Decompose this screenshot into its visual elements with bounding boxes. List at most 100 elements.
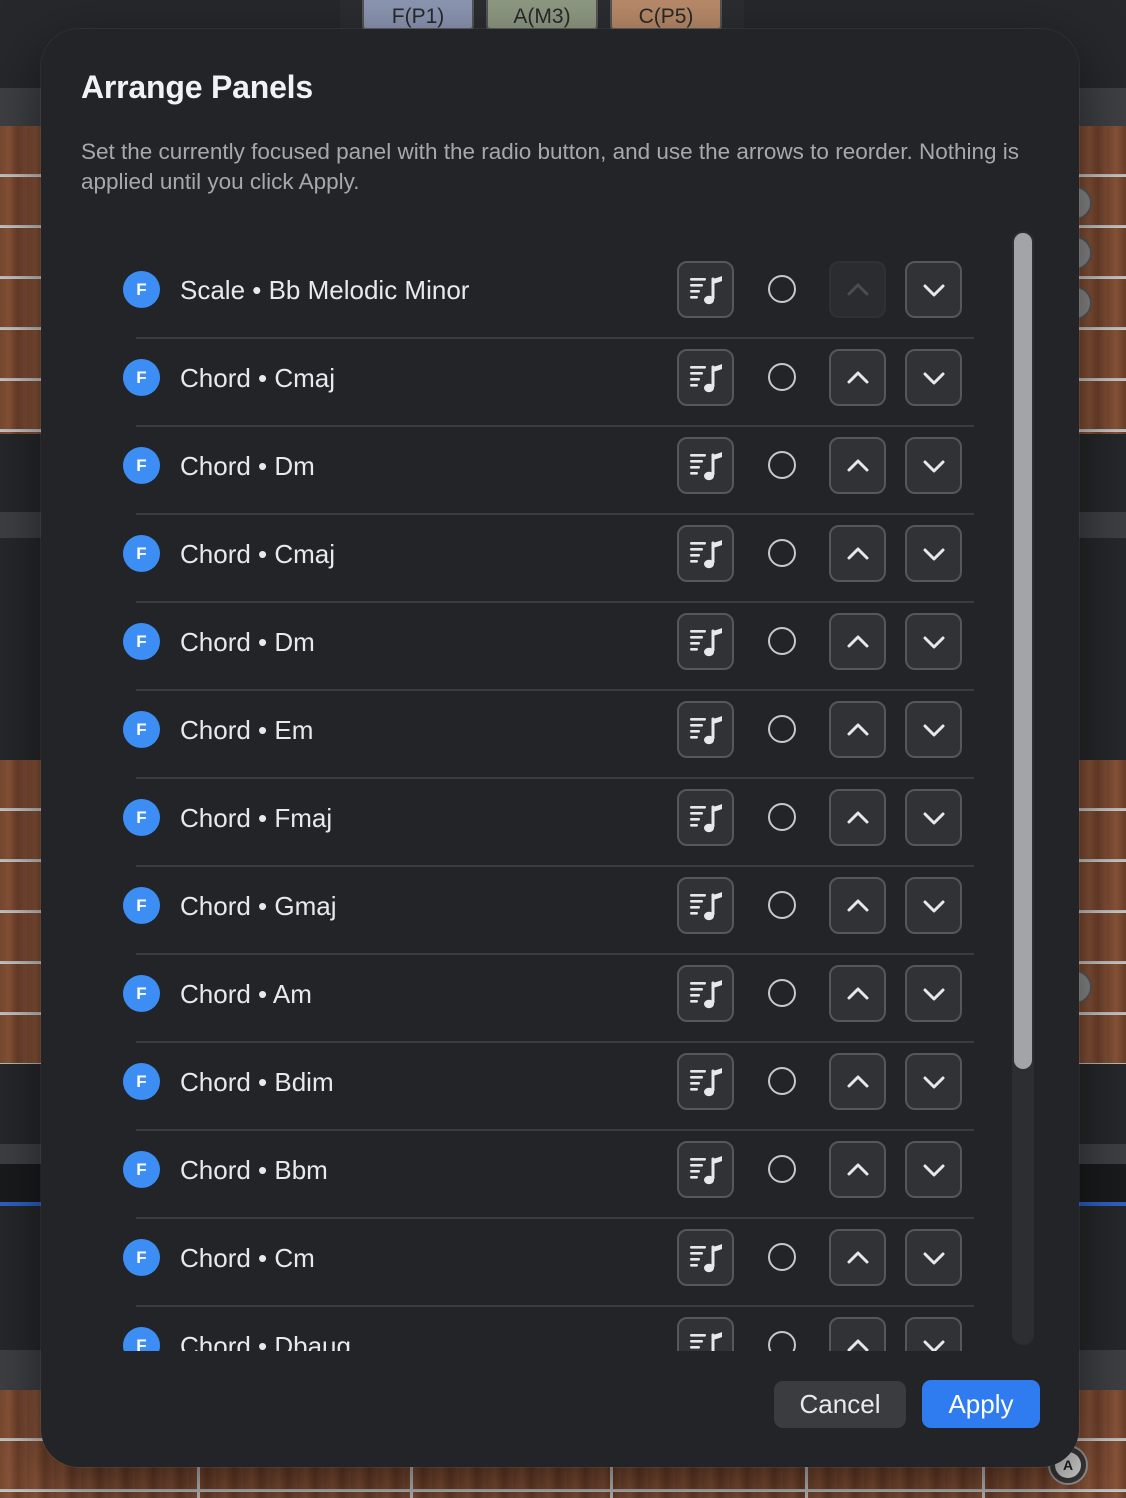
chevron-up-icon [847,1075,868,1087]
chevron-down-icon [923,284,944,296]
notes-button[interactable] [677,349,734,406]
focus-radio[interactable] [768,979,796,1007]
panel-type-badge: F [123,799,160,836]
bg-note-tab[interactable]: A(M3) [486,0,598,30]
notes-button[interactable] [677,1141,734,1198]
notes-button[interactable] [677,1317,734,1351]
music-list-icon [689,363,722,392]
move-down-button[interactable] [905,965,962,1022]
panel-label: Scale • Bb Melodic Minor [180,275,470,305]
notes-button[interactable] [677,613,734,670]
music-list-icon [689,891,722,920]
focus-radio[interactable] [768,539,796,567]
panel-type-badge: F [123,711,160,748]
bg-note-tab[interactable]: C(P5) [610,0,722,30]
move-up-button[interactable] [829,877,886,934]
panel-type-badge: F [123,447,160,484]
notes-button[interactable] [677,261,734,318]
notes-button[interactable] [677,1229,734,1286]
panel-label: Chord • Bdim [180,1067,334,1097]
music-list-icon [689,715,722,744]
panel-label: Chord • Dm [180,451,315,481]
focus-radio[interactable] [768,1331,796,1351]
apply-button[interactable]: Apply [922,1380,1040,1428]
scrollbar-thumb[interactable] [1014,233,1032,1069]
panel-list-viewport[interactable]: F Scale • Bb Melodic Minor F Chord • Cma… [41,251,1079,1351]
panel-row: F Chord • Cm [41,1219,1079,1307]
panel-label: Chord • Fmaj [180,803,333,833]
focus-radio[interactable] [768,803,796,831]
move-down-button[interactable] [905,437,962,494]
chevron-down-icon [923,1252,944,1264]
move-up-button[interactable] [829,349,886,406]
panel-row: F Chord • Gmaj [41,867,1079,955]
panel-label: Chord • Dbaug [180,1331,351,1351]
notes-button[interactable] [677,789,734,846]
move-up-button[interactable] [829,1141,886,1198]
move-up-button[interactable] [829,1053,886,1110]
chevron-up-icon [847,371,868,383]
panel-row: F Chord • Bbm [41,1131,1079,1219]
move-up-button[interactable] [829,613,886,670]
notes-button[interactable] [677,1053,734,1110]
notes-button[interactable] [677,437,734,494]
notes-button[interactable] [677,701,734,758]
move-up-button[interactable] [829,789,886,846]
focus-radio[interactable] [768,1155,796,1183]
panel-label: Chord • Gmaj [180,891,337,921]
scrollbar-track[interactable] [1012,231,1034,1345]
focus-radio[interactable] [768,627,796,655]
notes-button[interactable] [677,965,734,1022]
move-down-button[interactable] [905,349,962,406]
notes-button[interactable] [677,877,734,934]
panel-row: F Chord • Dbaug [41,1307,1079,1351]
panel-label: Chord • Bbm [180,1155,328,1185]
move-up-button[interactable] [829,701,886,758]
chevron-down-icon [923,636,944,648]
move-up-button[interactable] [829,437,886,494]
move-up-button[interactable] [829,525,886,582]
move-down-button[interactable] [905,789,962,846]
notes-button[interactable] [677,525,734,582]
chevron-up-icon [847,1251,868,1263]
music-list-icon [689,627,722,656]
chevron-down-icon [923,1164,944,1176]
panel-type-badge: F [123,975,160,1012]
bg-fret [197,1466,200,1498]
bg-note-tab[interactable]: F(P1) [362,0,474,30]
move-down-button[interactable] [905,1053,962,1110]
focus-radio[interactable] [768,275,796,303]
move-down-button[interactable] [905,1141,962,1198]
focus-radio[interactable] [768,1243,796,1271]
panel-type-badge: F [123,359,160,396]
panel-row: F Chord • Cmaj [41,339,1079,427]
panel-type-badge: F [123,1151,160,1188]
bg-fret [610,1466,613,1498]
panel-row: F Scale • Bb Melodic Minor [41,251,1079,339]
focus-radio[interactable] [768,1067,796,1095]
move-up-button[interactable] [829,965,886,1022]
move-up-button[interactable] [829,1229,886,1286]
move-down-button[interactable] [905,1229,962,1286]
focus-radio[interactable] [768,363,796,391]
focus-radio[interactable] [768,451,796,479]
chevron-down-icon [923,988,944,1000]
music-list-icon [689,1243,722,1272]
panel-type-badge: F [123,623,160,660]
chevron-down-icon [923,900,944,912]
move-down-button[interactable] [905,877,962,934]
move-down-button[interactable] [905,701,962,758]
move-down-button[interactable] [905,261,962,318]
move-down-button[interactable] [905,613,962,670]
focus-radio[interactable] [768,891,796,919]
focus-radio[interactable] [768,715,796,743]
arrange-panels-dialog: Arrange Panels Set the currently focused… [41,29,1079,1467]
panel-type-badge: F [123,535,160,572]
panel-type-badge: F [123,1239,160,1276]
move-up-button[interactable] [829,1317,886,1351]
bg-fret [410,1466,413,1498]
cancel-button[interactable]: Cancel [774,1381,906,1428]
move-down-button[interactable] [905,1317,962,1351]
move-down-button[interactable] [905,525,962,582]
panel-label: Chord • Dm [180,627,315,657]
